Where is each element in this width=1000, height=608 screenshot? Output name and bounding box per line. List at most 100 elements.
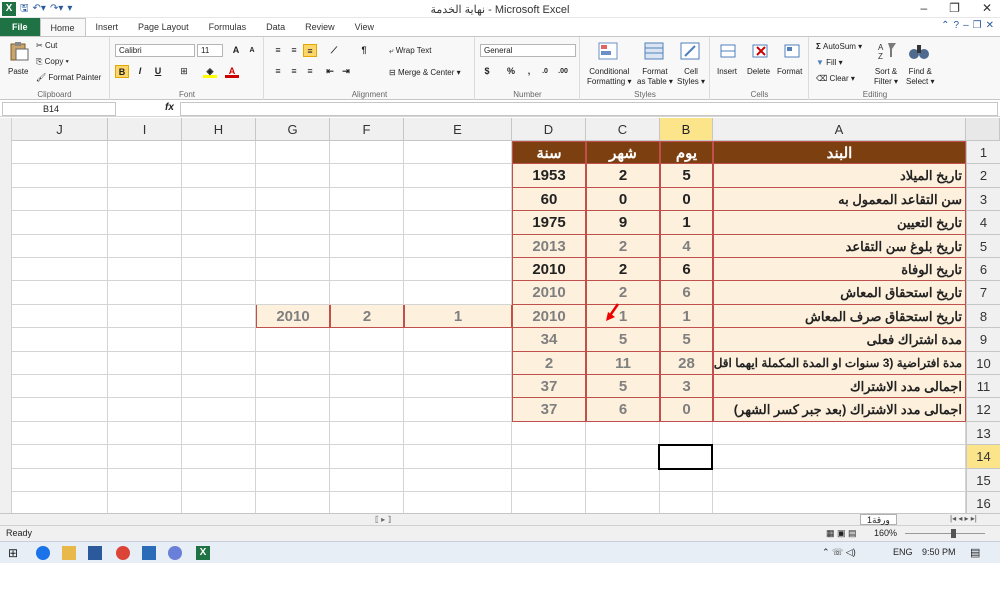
format-as-table-icon[interactable] bbox=[643, 41, 665, 61]
cell-i2[interactable] bbox=[108, 164, 182, 188]
cell-styles-icon[interactable] bbox=[679, 41, 701, 61]
sort-filter-icon[interactable]: AZ bbox=[876, 41, 898, 61]
row-header-7[interactable]: 7 bbox=[966, 281, 1000, 305]
cell-c9[interactable]: 5 bbox=[586, 328, 660, 352]
cell-c11[interactable]: 5 bbox=[586, 375, 660, 399]
comma-icon[interactable]: , bbox=[522, 65, 536, 78]
cell-h14[interactable] bbox=[182, 445, 256, 469]
cell-c7[interactable]: 2 bbox=[586, 281, 660, 305]
zoom-slider[interactable] bbox=[905, 533, 985, 534]
cell-e7[interactable] bbox=[404, 281, 512, 305]
cell-f10[interactable] bbox=[330, 351, 404, 375]
merge-center-button[interactable]: ⊟ Merge & Center ▾ bbox=[389, 68, 461, 78]
cell-f6[interactable] bbox=[330, 258, 404, 282]
cell-h10[interactable] bbox=[182, 351, 256, 375]
cell-b5[interactable]: 4 bbox=[660, 234, 713, 258]
fill-button[interactable]: ▼ Fill ▾ bbox=[816, 58, 843, 68]
clear-button[interactable]: ⌫ Clear ▾ bbox=[816, 74, 855, 84]
restore-icon[interactable]: ❐ bbox=[949, 1, 960, 15]
format-as-table-button[interactable]: Format as Table ▾ bbox=[637, 67, 673, 87]
paste-button[interactable]: Paste bbox=[8, 67, 28, 77]
row-header-1[interactable]: 1 bbox=[966, 141, 1000, 165]
delete-cells-icon[interactable] bbox=[749, 41, 771, 61]
cell-c16[interactable] bbox=[586, 492, 660, 514]
row-header-10[interactable]: 10 bbox=[966, 351, 1000, 375]
cell-f7[interactable] bbox=[330, 281, 404, 305]
cell-d2[interactable]: 1953 bbox=[512, 164, 586, 188]
cell-j5[interactable] bbox=[12, 234, 108, 258]
cell-i3[interactable] bbox=[108, 187, 182, 212]
cell-h1[interactable] bbox=[182, 141, 256, 165]
cell-g13[interactable] bbox=[256, 421, 330, 446]
cell-c14[interactable] bbox=[586, 445, 660, 469]
mail-icon[interactable] bbox=[142, 546, 156, 560]
minimize-icon[interactable]: – bbox=[920, 1, 927, 15]
find-select-button[interactable]: Find & Select ▾ bbox=[906, 67, 934, 87]
cell-d8[interactable]: 2010 bbox=[512, 304, 586, 329]
cell-d6[interactable]: 2010 bbox=[512, 258, 586, 282]
sheet-nav-icon[interactable]: |◂ ◂ ▸ ▸| bbox=[950, 514, 977, 523]
cell-d9[interactable]: 34 bbox=[512, 328, 586, 352]
cell-g7[interactable] bbox=[256, 281, 330, 305]
column-header-c[interactable]: C bbox=[586, 118, 660, 141]
cell-f12[interactable] bbox=[330, 398, 404, 422]
cell-h3[interactable] bbox=[182, 187, 256, 212]
zoom-level[interactable]: 160% bbox=[874, 528, 897, 538]
cell-i15[interactable] bbox=[108, 468, 182, 492]
cell-j2[interactable] bbox=[12, 164, 108, 188]
cell-j14[interactable] bbox=[12, 445, 108, 469]
cell-g4[interactable] bbox=[256, 211, 330, 235]
cell-c4[interactable]: 9 bbox=[586, 211, 660, 235]
store-icon[interactable] bbox=[88, 546, 102, 560]
cell-f8[interactable]: 2 bbox=[330, 304, 404, 329]
column-header-b[interactable]: B bbox=[660, 118, 713, 141]
cell-d3[interactable]: 60 bbox=[512, 187, 586, 212]
cell-e10[interactable] bbox=[404, 351, 512, 375]
cell-a15[interactable] bbox=[713, 468, 966, 492]
cell-d11[interactable]: 37 bbox=[512, 375, 586, 399]
cell-h2[interactable] bbox=[182, 164, 256, 188]
cell-c3[interactable]: 0 bbox=[586, 187, 660, 212]
cell-h9[interactable] bbox=[182, 328, 256, 352]
cell-b12[interactable]: 0 bbox=[660, 398, 713, 422]
cell-c15[interactable] bbox=[586, 468, 660, 492]
cell-styles-button[interactable]: Cell Styles ▾ bbox=[677, 67, 705, 87]
hscroll-icon[interactable]: ⟦ ▸ ⟧ bbox=[375, 515, 391, 524]
cell-j16[interactable] bbox=[12, 492, 108, 514]
cell-f9[interactable] bbox=[330, 328, 404, 352]
column-header-i[interactable]: I bbox=[108, 118, 182, 141]
cell-f3[interactable] bbox=[330, 187, 404, 212]
cell-a2[interactable]: تاريخ الميلاد bbox=[713, 164, 966, 188]
row-header-8[interactable]: 8 bbox=[966, 304, 1000, 329]
cell-e13[interactable] bbox=[404, 421, 512, 446]
cell-e6[interactable] bbox=[404, 258, 512, 282]
cell-e3[interactable] bbox=[404, 187, 512, 212]
column-header-h[interactable]: H bbox=[182, 118, 256, 141]
cell-j6[interactable] bbox=[12, 258, 108, 282]
cell-h12[interactable] bbox=[182, 398, 256, 422]
cell-e16[interactable] bbox=[404, 492, 512, 514]
cell-g10[interactable] bbox=[256, 351, 330, 375]
cell-i8[interactable] bbox=[108, 304, 182, 329]
row-header-4[interactable]: 4 bbox=[966, 211, 1000, 235]
cell-i14[interactable] bbox=[108, 445, 182, 469]
tab-review[interactable]: Review bbox=[295, 18, 345, 36]
column-header-g[interactable]: G bbox=[256, 118, 330, 141]
cell-f4[interactable] bbox=[330, 211, 404, 235]
column-header-d[interactable]: D bbox=[512, 118, 586, 141]
cell-a1[interactable]: البند bbox=[713, 141, 966, 165]
cell-j13[interactable] bbox=[12, 421, 108, 446]
tab-formulas[interactable]: Formulas bbox=[199, 18, 257, 36]
cell-d10[interactable]: 2 bbox=[512, 351, 586, 375]
cell-e1[interactable] bbox=[404, 141, 512, 165]
cell-j10[interactable] bbox=[12, 351, 108, 375]
underline-button[interactable]: U bbox=[151, 65, 165, 78]
worksheet-grid[interactable]: J I H G F E D C B A 1 سنة شهر يوم البند 2 1953… bbox=[0, 118, 1000, 514]
cell-i5[interactable] bbox=[108, 234, 182, 258]
cell-j11[interactable] bbox=[12, 375, 108, 399]
cell-j4[interactable] bbox=[12, 211, 108, 235]
column-header-e[interactable]: E bbox=[404, 118, 512, 141]
percent-icon[interactable]: % bbox=[504, 65, 518, 78]
cell-e8[interactable]: 1 bbox=[404, 304, 512, 329]
sort-filter-button[interactable]: Sort & Filter ▾ bbox=[874, 67, 898, 87]
